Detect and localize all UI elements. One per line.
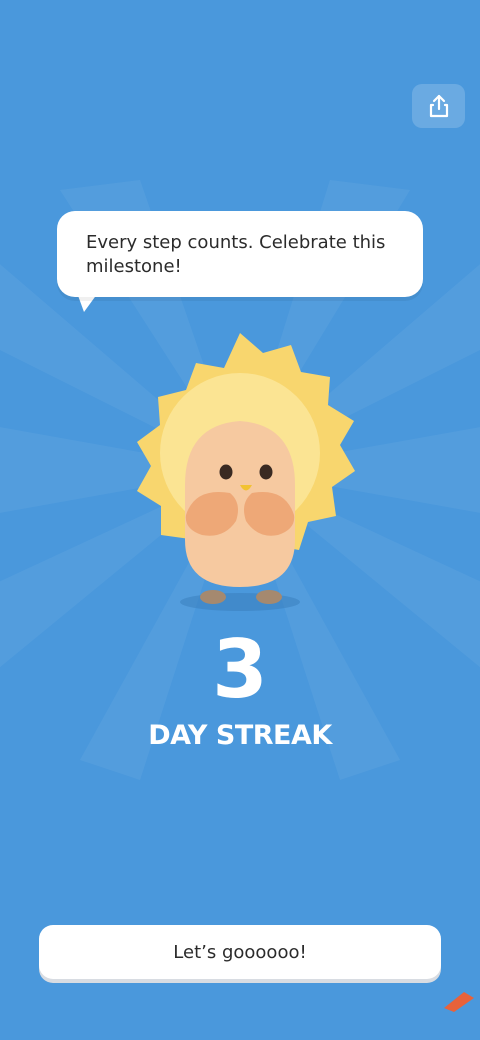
share-icon [429,94,448,118]
continue-button[interactable]: Let’s goooooo! [39,925,441,979]
speech-bubble-text: Every step counts. Celebrate this milest… [86,232,386,277]
corner-decoration-icon [444,992,474,1012]
continue-button-label: Let’s goooooo! [173,941,307,963]
share-button[interactable] [412,84,465,128]
streak-count: 3 [212,623,268,716]
speech-bubble: Every step counts. Celebrate this milest… [57,211,423,297]
streak-label: DAY STREAK [148,720,332,751]
sun-mascot-illustration [137,333,355,611]
